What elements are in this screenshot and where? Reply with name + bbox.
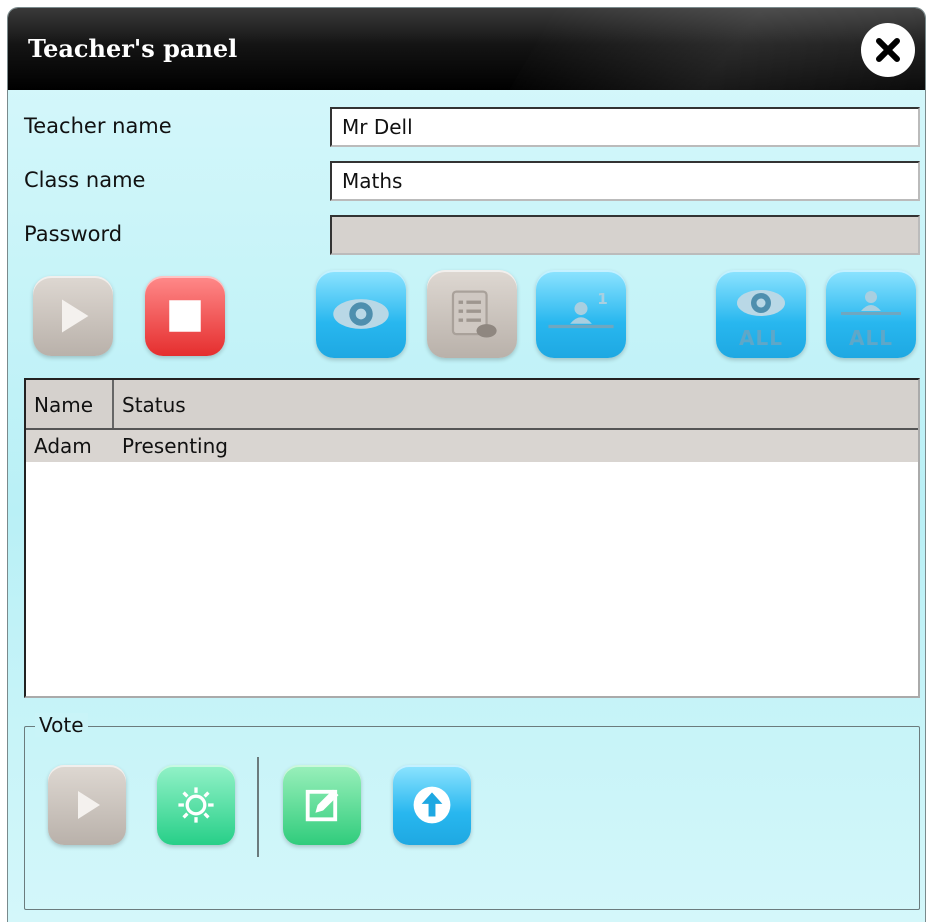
teacher-name-label: Teacher name (24, 114, 172, 138)
table-row[interactable]: Adam Presenting (26, 430, 918, 462)
row-status-cell: Presenting (122, 434, 228, 458)
row-name-cell: Adam (34, 434, 92, 458)
column-header-name[interactable]: Name (26, 380, 114, 428)
gear-icon (178, 787, 214, 823)
vote-settings-button[interactable] (157, 765, 235, 845)
password-label: Password (24, 222, 123, 246)
window-title: Teacher's panel (28, 34, 238, 63)
class-name-label: Class name (24, 168, 146, 192)
title-bar: Teacher's panel (8, 8, 925, 90)
column-header-status[interactable]: Status (114, 380, 918, 428)
stop-button[interactable] (145, 276, 225, 356)
play-icon (62, 299, 89, 333)
vote-legend: Vote (35, 713, 88, 737)
view-all-label: ALL (739, 326, 783, 350)
single-student-button[interactable]: 1 (536, 270, 626, 358)
list-header: Name Status (26, 380, 918, 430)
close-icon (876, 38, 900, 62)
view-all-button[interactable]: ALL (716, 270, 806, 358)
teacher-name-field[interactable]: Mr Dell (330, 107, 920, 147)
student-list[interactable]: Name Status Adam Presenting (24, 378, 920, 698)
close-button[interactable] (861, 23, 915, 77)
start-button[interactable] (33, 276, 113, 356)
report-button[interactable] (427, 270, 517, 358)
vote-upload-button[interactable] (393, 765, 471, 845)
vote-separator (257, 757, 259, 857)
vote-group: Vote (24, 713, 920, 910)
single-student-icon: 1 (548, 290, 614, 329)
vote-start-button[interactable] (48, 765, 126, 845)
teacher-panel-window: Teacher's panel Teacher name Mr Dell Cla… (8, 8, 925, 922)
student-all-icon (841, 291, 901, 315)
svg-text:1: 1 (597, 290, 608, 308)
eye-all-icon (737, 290, 785, 316)
class-name-field[interactable]: Maths (330, 161, 920, 201)
edit-icon (305, 789, 339, 822)
student-all-button[interactable]: ALL (826, 270, 916, 358)
report-icon (451, 290, 497, 338)
eye-icon (333, 299, 389, 329)
view-screen-button[interactable] (316, 270, 406, 358)
password-field[interactable] (330, 215, 920, 255)
upload-icon (413, 786, 451, 824)
stop-icon (169, 300, 201, 332)
student-all-label: ALL (849, 326, 893, 350)
play-icon (78, 791, 100, 819)
vote-edit-button[interactable] (283, 765, 361, 845)
